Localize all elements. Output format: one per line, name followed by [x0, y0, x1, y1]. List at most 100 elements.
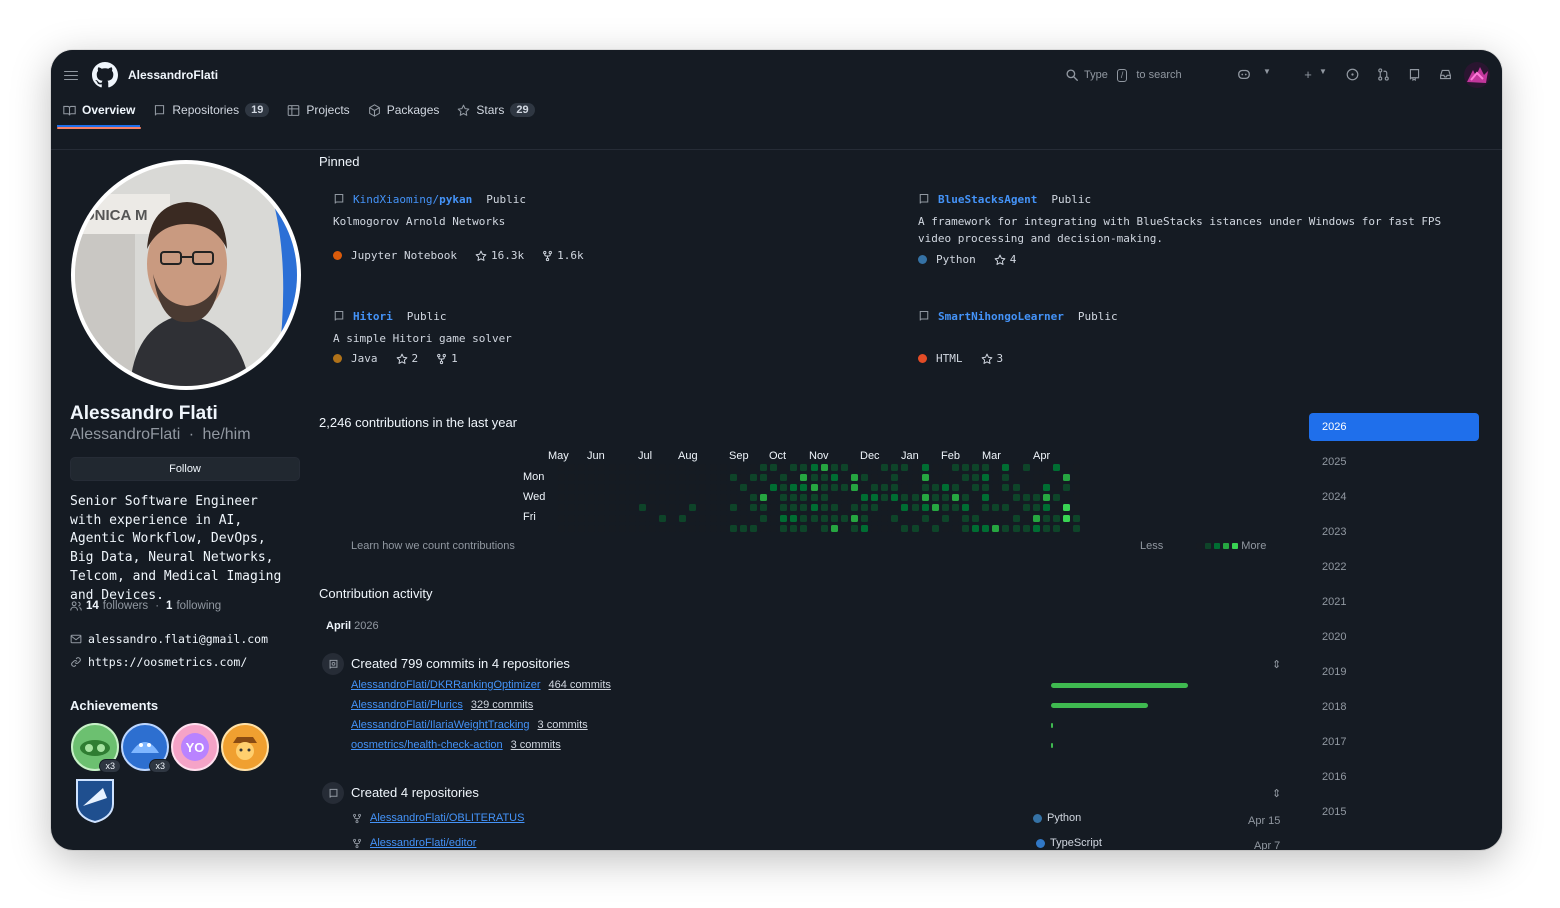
contribution-cell[interactable] [901, 464, 909, 471]
contribution-cell[interactable] [891, 474, 899, 482]
contribution-cell[interactable] [911, 524, 919, 532]
contribution-cell[interactable] [931, 524, 939, 532]
contribution-cell[interactable] [962, 474, 969, 482]
contribution-cell[interactable] [840, 514, 848, 522]
contribution-cell[interactable] [962, 514, 969, 522]
contribution-cell[interactable] [719, 474, 727, 482]
contribution-cell[interactable] [659, 504, 666, 512]
contribution-cell[interactable] [588, 494, 596, 502]
contribution-cell[interactable] [568, 524, 576, 532]
contribution-cell[interactable] [689, 524, 697, 532]
contribution-cell[interactable] [739, 514, 747, 522]
contribution-cell[interactable] [699, 474, 707, 482]
contribution-cell[interactable] [810, 464, 818, 471]
contribution-cell[interactable] [790, 524, 798, 532]
contribution-cell[interactable] [1073, 514, 1081, 522]
contribution-cell[interactable] [628, 514, 636, 522]
contribution-cell[interactable] [790, 464, 798, 471]
contribution-cell[interactable] [972, 524, 980, 532]
year-link-2025[interactable]: 2025 [1309, 448, 1479, 476]
contribution-cell[interactable] [558, 484, 565, 492]
contribution-cell[interactable] [972, 484, 980, 492]
contribution-cell[interactable] [739, 474, 747, 482]
contribution-cell[interactable] [1073, 524, 1081, 532]
contribution-cell[interactable] [1012, 514, 1020, 522]
year-link-2019[interactable]: 2019 [1309, 658, 1479, 686]
tab-projects[interactable]: Projects [281, 98, 355, 122]
contribution-cell[interactable] [901, 474, 909, 482]
contribution-cell[interactable] [891, 494, 899, 502]
contribution-cell[interactable] [760, 464, 767, 471]
contribution-cell[interactable] [1052, 484, 1060, 492]
contribution-cell[interactable] [871, 504, 879, 512]
contribution-cell[interactable] [628, 524, 636, 532]
contribution-cell[interactable] [941, 494, 949, 502]
fold-icon[interactable]: ⇕ [1272, 658, 1281, 671]
contribution-cell[interactable] [921, 484, 929, 492]
contribution-cell[interactable] [992, 514, 1000, 522]
contribution-cell[interactable] [780, 484, 788, 492]
contribution-cell[interactable] [659, 524, 666, 532]
contribution-cell[interactable] [709, 524, 717, 532]
contribution-cell[interactable] [830, 524, 838, 532]
contribution-cell[interactable] [861, 524, 868, 532]
contribution-cell[interactable] [729, 484, 737, 492]
commit-repo-link[interactable]: AlessandroFlati/IlariaWeightTracking [351, 719, 530, 731]
contribution-cell[interactable] [588, 504, 596, 512]
contribution-cell[interactable] [588, 524, 596, 532]
contribution-cell[interactable] [951, 474, 959, 482]
contribution-cell[interactable] [871, 464, 879, 471]
contribution-cell[interactable] [962, 524, 969, 532]
chevron-down-icon[interactable]: ▼ [1319, 67, 1327, 76]
commit-repo-link[interactable]: AlessandroFlati/Plurics [351, 699, 463, 711]
contribution-cell[interactable] [840, 504, 848, 512]
contribution-cell[interactable] [558, 504, 565, 512]
contribution-cell[interactable] [931, 464, 939, 471]
contribution-cell[interactable] [568, 484, 576, 492]
contribution-cell[interactable] [962, 494, 969, 502]
contribution-cell[interactable] [618, 484, 626, 492]
contribution-cell[interactable] [820, 504, 828, 512]
contribution-cell[interactable] [911, 494, 919, 502]
contribution-cell[interactable] [840, 524, 848, 532]
contribution-cell[interactable] [1022, 514, 1030, 522]
contribution-cell[interactable] [911, 514, 919, 522]
contribution-cell[interactable] [598, 474, 606, 482]
created-repo-link[interactable]: AlessandroFlati/OBLITERATUS [370, 812, 524, 824]
contribution-cell[interactable] [820, 514, 828, 522]
contribution-cell[interactable] [992, 464, 1000, 471]
contribution-cell[interactable] [1063, 474, 1070, 482]
contribution-cell[interactable] [921, 504, 929, 512]
contribution-cell[interactable] [921, 474, 929, 482]
learn-contributions-link[interactable]: Learn how we count contributions [351, 540, 515, 552]
contribution-cell[interactable] [1012, 484, 1020, 492]
menu-icon[interactable] [64, 68, 78, 82]
contribution-cell[interactable] [749, 504, 757, 512]
contribution-cell[interactable] [891, 524, 899, 532]
contribution-cell[interactable] [578, 494, 586, 502]
contribution-cell[interactable] [810, 494, 818, 502]
contribution-cell[interactable] [669, 464, 677, 471]
fold-icon[interactable]: ⇕ [1272, 787, 1281, 800]
contribution-cell[interactable] [871, 524, 879, 532]
contribution-cell[interactable] [982, 494, 990, 502]
contribution-cell[interactable] [628, 504, 636, 512]
contribution-cell[interactable] [1032, 474, 1040, 482]
contribution-cell[interactable] [729, 474, 737, 482]
contribution-cell[interactable] [729, 524, 737, 532]
contribution-cell[interactable] [770, 464, 778, 471]
year-link-2020[interactable]: 2020 [1309, 623, 1479, 651]
contribution-cell[interactable] [719, 504, 727, 512]
contribution-cell[interactable] [618, 494, 626, 502]
profile-avatar[interactable]: ONICA M [71, 160, 301, 390]
contribution-cell[interactable] [830, 494, 838, 502]
contribution-cell[interactable] [911, 474, 919, 482]
contribution-cell[interactable] [1032, 494, 1040, 502]
contribution-cell[interactable] [770, 504, 778, 512]
forks-link[interactable]: 1 [436, 352, 458, 365]
contribution-cell[interactable] [891, 514, 899, 522]
contribution-cell[interactable] [972, 514, 980, 522]
contribution-cell[interactable] [709, 504, 717, 512]
website-link[interactable]: https://oosmetrics.com/ [88, 655, 247, 669]
pull-requests-icon[interactable] [1374, 65, 1392, 83]
